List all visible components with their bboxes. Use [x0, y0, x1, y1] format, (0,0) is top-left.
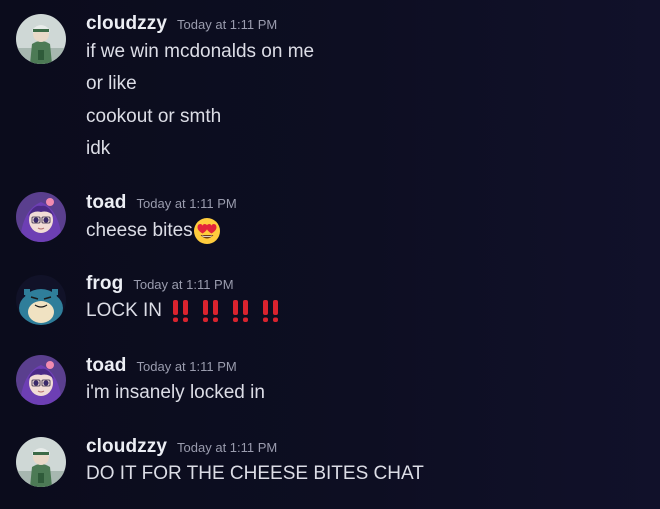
username[interactable]: toad [86, 192, 127, 214]
timestamp[interactable]: Today at 1:11 PM [137, 196, 237, 211]
timestamp[interactable]: Today at 1:11 PM [177, 440, 277, 455]
message-text: LOCK IN [86, 300, 163, 321]
message-group: cloudzzy Today at 1:11 PM if we win mcdo… [0, 13, 660, 163]
message-group: cloudzzy Today at 1:11 PM DO IT FOR THE … [0, 436, 660, 496]
toad-avatar-icon[interactable] [16, 192, 66, 242]
message-group: frog Today at 1:11 PM LOCK IN [0, 273, 660, 333]
double-exclamation-icon [230, 299, 252, 323]
message-text-row: cheese bites [86, 217, 221, 245]
message-header: toad Today at 1:11 PM [86, 355, 237, 381]
message-text: i'm insanely locked in [86, 382, 265, 403]
heart-eyes-emoji-icon [193, 217, 221, 245]
message-text: or like [86, 73, 137, 94]
message-text: cookout or smth [86, 106, 222, 127]
cloudzzy-avatar-icon[interactable] [16, 14, 66, 64]
message-group: toad Today at 1:11 PM cheese bites [0, 192, 660, 252]
username[interactable]: frog [86, 273, 123, 295]
exclamation-emoji-group [170, 299, 290, 323]
message-text: DO IT FOR THE CHEESE BITES CHAT [86, 463, 424, 484]
message-text: if we win mcdonalds on me [86, 41, 315, 62]
message-header: frog Today at 1:11 PM [86, 273, 234, 299]
timestamp[interactable]: Today at 1:11 PM [177, 17, 277, 32]
cloudzzy-avatar-icon[interactable] [16, 437, 66, 487]
message-header: toad Today at 1:11 PM [86, 192, 237, 218]
toad-avatar-icon[interactable] [16, 355, 66, 405]
username[interactable]: cloudzzy [86, 436, 167, 458]
timestamp[interactable]: Today at 1:11 PM [133, 277, 233, 292]
message-header: cloudzzy Today at 1:11 PM [86, 13, 277, 39]
message-group: toad Today at 1:11 PM i'm insanely locke… [0, 355, 660, 415]
double-exclamation-icon [260, 299, 282, 323]
double-exclamation-icon [200, 299, 222, 323]
frog-avatar-icon[interactable] [16, 275, 66, 325]
chat-log: cloudzzy Today at 1:11 PM if we win mcdo… [0, 0, 660, 509]
timestamp[interactable]: Today at 1:11 PM [137, 359, 237, 374]
message-text: idk [86, 138, 111, 159]
message-header: cloudzzy Today at 1:11 PM [86, 436, 277, 462]
username[interactable]: toad [86, 355, 127, 377]
double-exclamation-icon [170, 299, 192, 323]
message-text-row: LOCK IN [86, 298, 290, 324]
username[interactable]: cloudzzy [86, 13, 167, 35]
message-text: cheese bites [86, 220, 193, 241]
